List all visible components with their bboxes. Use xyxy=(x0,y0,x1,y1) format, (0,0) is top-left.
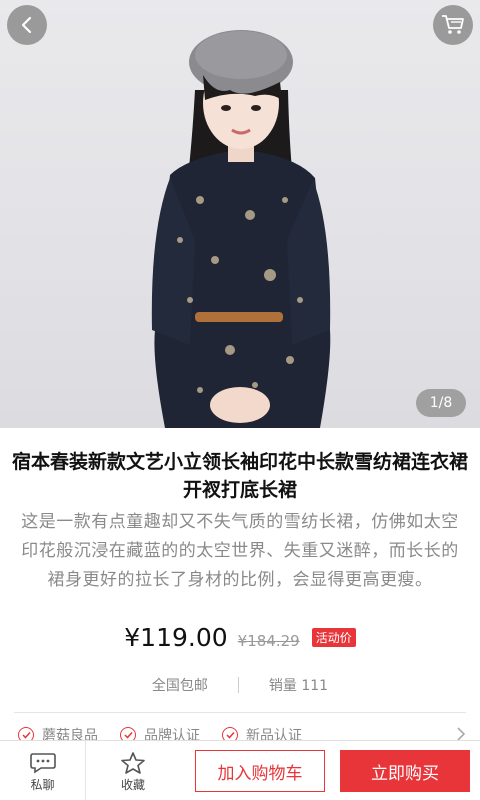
product-image[interactable]: 1/8 xyxy=(0,0,480,428)
favorite-button[interactable]: 收藏 xyxy=(90,741,176,800)
favorite-label: 收藏 xyxy=(120,777,145,792)
meta-divider xyxy=(237,677,239,693)
product-photo xyxy=(151,30,331,428)
meta-row: 全国包邮 销量 111 xyxy=(0,674,480,696)
original-price: ¥184.29 xyxy=(237,632,300,650)
image-counter: 1/8 xyxy=(416,389,466,417)
add-to-cart-button[interactable]: 加入购物车 xyxy=(195,750,325,792)
price-row: ¥119.00 ¥184.29 活动价 xyxy=(0,623,480,655)
shopping-cart-icon xyxy=(442,15,464,34)
cart-button[interactable] xyxy=(433,5,473,45)
product-title: 宿本春装新款文艺小立领长袖印花中长款雪纺裙连衣裙开衩打底长裙 xyxy=(11,451,468,501)
section-divider xyxy=(14,712,466,713)
current-price: ¥119.00 xyxy=(124,623,228,652)
back-button[interactable] xyxy=(7,5,47,45)
shipping-info: 全国包邮 xyxy=(151,678,208,694)
star-icon xyxy=(121,751,145,774)
buy-now-button[interactable]: 立即购买 xyxy=(340,750,470,792)
sales-count: 销量 111 xyxy=(268,678,329,694)
chat-label: 私聊 xyxy=(30,777,55,792)
promo-badge: 活动价 xyxy=(311,628,356,647)
bottom-action-bar: 私聊 收藏 加入购物车 立即购买 xyxy=(0,740,480,800)
chat-bubble-icon xyxy=(29,752,56,773)
product-description: 这是一款有点童趣却又不失气质的雪纺长裙，仿佛如太空印花般沉浸在藏蓝的的太空世界、… xyxy=(21,512,459,590)
chat-button[interactable]: 私聊 xyxy=(0,741,86,800)
chevron-left-icon xyxy=(21,16,32,34)
